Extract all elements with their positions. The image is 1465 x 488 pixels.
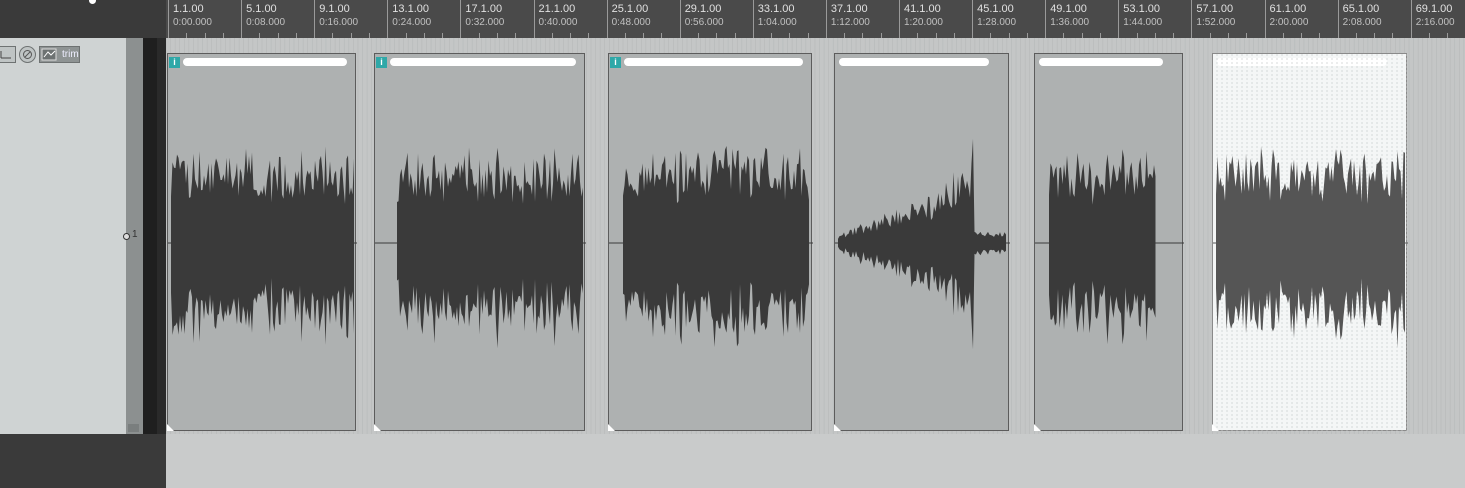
waveform-shape [397, 147, 583, 349]
waveform-shape [1216, 146, 1405, 348]
ruler-bar-label: 49.1.00 [1050, 3, 1087, 15]
ruler-bar-label: 9.1.00 [319, 3, 350, 15]
fade-handle[interactable] [374, 424, 381, 431]
fade-handle[interactable] [167, 424, 174, 431]
waveform [168, 146, 357, 345]
envelope-automation-icon [41, 48, 57, 61]
ruler-mark[interactable]: 65.1.00 2:08.000 [1337, 0, 1382, 38]
ruler-bar-label: 69.1.00 [1415, 3, 1453, 15]
ruler-bar-label: 65.1.00 [1342, 3, 1380, 15]
waveform-shape [171, 146, 354, 345]
ruler-mark[interactable]: 53.1.00 1:44.000 [1118, 0, 1162, 38]
media-item[interactable] [834, 53, 1010, 431]
fade-handle[interactable] [834, 424, 841, 431]
waveform-shape [1049, 149, 1156, 345]
ruler-bar-label: 41.1.00 [904, 3, 941, 15]
ruler-time-label: 0:56.000 [684, 17, 724, 28]
ruler-bar-label: 33.1.00 [757, 3, 795, 15]
ruler-mark[interactable]: 5.1.00 0:08.000 [241, 0, 285, 38]
media-item[interactable] [1034, 53, 1184, 431]
waveform-shape [623, 146, 809, 348]
ruler-mark[interactable]: 9.1.00 0:16.000 [314, 0, 358, 38]
ruler-time-label: 1:44.000 [1123, 17, 1163, 28]
ruler-time-label: 2:00.000 [1269, 17, 1309, 28]
fade-handle[interactable] [1212, 424, 1219, 431]
envelope-button[interactable] [0, 46, 16, 63]
ruler-time-label: 0:40.000 [538, 17, 578, 28]
ruler-mark[interactable]: 69.1.00 2:16.000 [1410, 0, 1455, 38]
ruler-mark[interactable]: 49.1.00 1:36.000 [1045, 0, 1089, 38]
ruler-time-label: 1:36.000 [1050, 17, 1090, 28]
track-control-panel[interactable]: trim [0, 38, 127, 434]
power-icon [23, 50, 32, 59]
marker-dot [89, 0, 96, 4]
ruler-time-label: 0:16.000 [319, 17, 359, 28]
ruler-bar-label: 5.1.00 [246, 3, 277, 15]
ruler-mark[interactable]: 57.1.00 1:52.000 [1191, 0, 1235, 38]
ruler-mark[interactable]: 45.1.00 1:28.000 [972, 0, 1016, 38]
track-number-handle[interactable] [123, 233, 130, 240]
ruler-mark[interactable]: 1.1.00 0:00.000 [168, 0, 212, 38]
automation-trim-button[interactable]: trim [39, 46, 80, 63]
empty-track-area[interactable] [0, 434, 166, 488]
ruler-time-label: 2:08.000 [1342, 17, 1382, 28]
ruler-bar-label: 25.1.00 [611, 3, 649, 15]
ruler-bar-label: 53.1.00 [1123, 3, 1160, 15]
ruler-mark[interactable]: 29.1.00 0:56.000 [679, 0, 724, 38]
ruler-bar-label: 29.1.00 [684, 3, 722, 15]
arrange-view[interactable]: iii [166, 38, 1465, 488]
ruler-bar-label: 17.1.00 [465, 3, 503, 15]
waveform [1035, 149, 1184, 345]
ruler-bar-label: 61.1.00 [1269, 3, 1307, 15]
ruler-bar-label: 13.1.00 [392, 3, 429, 15]
media-item[interactable]: i [374, 53, 586, 431]
ruler-time-label: 0:00.000 [173, 17, 212, 28]
ruler-mark[interactable]: 21.1.00 0:40.000 [533, 0, 577, 38]
ruler-bar-label: 1.1.00 [173, 3, 204, 15]
fade-handle[interactable] [608, 424, 615, 431]
ruler-bar-label: 37.1.00 [830, 3, 868, 15]
automation-mode-label: trim [62, 49, 79, 60]
fx-power-button[interactable] [19, 46, 36, 63]
empty-lane[interactable] [166, 434, 1465, 488]
media-item[interactable]: i [608, 53, 813, 431]
ruler-time-label: 1:04.000 [757, 17, 797, 28]
waveform-shape [838, 138, 1006, 350]
waveform [375, 147, 586, 349]
ruler-mark[interactable]: 61.1.00 2:00.000 [1264, 0, 1308, 38]
ruler-time-label: 0:24.000 [392, 17, 432, 28]
folder-icon[interactable] [128, 424, 139, 432]
track-number: 1 [132, 229, 138, 240]
ruler-time-label: 0:32.000 [465, 17, 505, 28]
ruler-mark[interactable]: 33.1.00 1:04.000 [752, 0, 797, 38]
envelope-icon [0, 51, 11, 59]
waveform [835, 138, 1010, 350]
fade-handle[interactable] [1034, 424, 1041, 431]
ruler-mark[interactable]: 17.1.00 0:32.000 [460, 0, 504, 38]
ruler-mark[interactable]: 13.1.00 0:24.000 [387, 0, 431, 38]
ruler-time-label: 0:08.000 [246, 17, 286, 28]
ruler-time-label: 1:28.000 [977, 17, 1017, 28]
ruler-time-label: 2:16.000 [1415, 17, 1455, 28]
panel-divider[interactable] [157, 38, 166, 434]
ruler-bar-label: 21.1.00 [538, 3, 576, 15]
track-panel-header [0, 0, 166, 38]
ruler-time-label: 1:12.000 [830, 17, 870, 28]
ruler-bar-label: 45.1.00 [977, 3, 1014, 15]
media-item[interactable] [1212, 53, 1408, 432]
ruler-mark[interactable]: 25.1.00 0:48.000 [606, 0, 651, 38]
ruler-mark[interactable]: 41.1.00 1:20.000 [899, 0, 943, 38]
timeline-ruler[interactable]: 1.1.00 0:00.000 5.1.00 0:08.000 9.1.00 0:16.0… [166, 0, 1465, 39]
meter-background [143, 38, 157, 434]
media-item[interactable]: i [167, 53, 357, 431]
waveform [609, 146, 813, 348]
ruler-time-label: 1:20.000 [904, 17, 943, 28]
ruler-bar-label: 57.1.00 [1196, 3, 1234, 15]
ruler-time-label: 0:48.000 [611, 17, 651, 28]
ruler-mark[interactable]: 37.1.00 1:12.000 [825, 0, 870, 38]
ruler-time-label: 1:52.000 [1196, 17, 1236, 28]
waveform [1213, 54, 1408, 432]
